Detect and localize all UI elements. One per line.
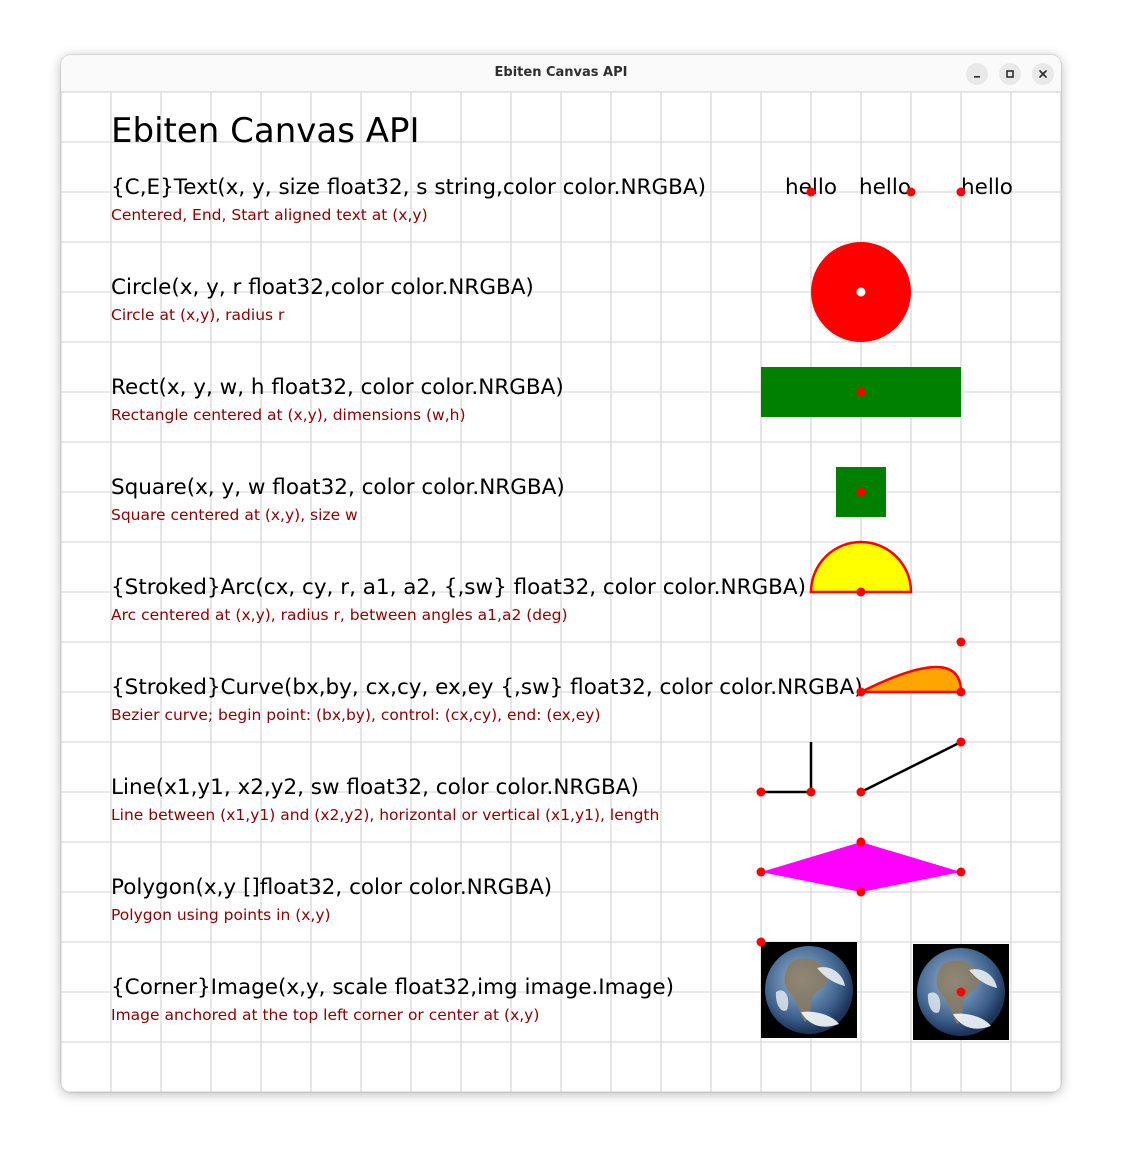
reference-point — [956, 637, 966, 647]
reference-point — [756, 867, 766, 877]
canvas-drawing: Ebiten Canvas API {C,E}Text(x, y, size f… — [61, 92, 1061, 1092]
line-api-signature: Line(x1,y1, x2,y2, sw float32, color col… — [111, 775, 639, 800]
circle-api-signature: Circle(x, y, r float32,color color.NRGBA… — [111, 275, 534, 300]
polygon-demo-shape — [761, 842, 961, 892]
close-button[interactable] — [1032, 63, 1054, 85]
rect-api-description: Rectangle centered at (x,y), dimensions … — [111, 406, 466, 424]
line-api-description: Line between (x1,y1) and (x2,y2), horizo… — [111, 806, 659, 824]
maximize-icon — [1006, 70, 1014, 78]
canvas-area: Ebiten Canvas API {C,E}Text(x, y, size f… — [61, 92, 1061, 1092]
earth-image-corner — [761, 942, 857, 1038]
app-window: Ebiten Canvas API Ebiten Canvas API {C,E… — [61, 55, 1061, 1092]
reference-point — [756, 787, 766, 797]
reference-point — [856, 487, 866, 497]
arc-api-signature: {Stroked}Arc(cx, cy, r, a1, a2, {,sw} fl… — [111, 575, 806, 600]
text-api-signature: {C,E}Text(x, y, size float32, s string,c… — [111, 175, 706, 200]
curve-api-signature: {Stroked}Curve(bx,by, cx,cy, ex,ey {,sw}… — [111, 675, 863, 700]
reference-point — [806, 787, 816, 797]
reference-point — [756, 937, 766, 947]
text-sample-end: hello — [859, 175, 911, 200]
reference-point — [956, 867, 966, 877]
curve-demo-shape — [859, 665, 963, 694]
arc-demo-shape — [809, 540, 913, 594]
canvas-heading: Ebiten Canvas API — [111, 111, 420, 151]
reference-point — [856, 837, 866, 847]
arc-api-description: Arc centered at (x,y), radius r, between… — [111, 606, 568, 624]
polygon-api-signature: Polygon(x,y []float32, color color.NRGBA… — [111, 875, 552, 900]
text-api-description: Centered, End, Start aligned text at (x,… — [111, 206, 428, 224]
maximize-button[interactable] — [999, 63, 1021, 85]
reference-point — [856, 387, 866, 397]
reference-point — [906, 187, 916, 197]
square-api-description: Square centered at (x,y), size w — [111, 506, 358, 524]
reference-point — [806, 187, 816, 197]
minimize-icon — [974, 76, 980, 78]
reference-point — [956, 987, 966, 997]
curve-api-description: Bezier curve; begin point: (bx,by), cont… — [111, 706, 601, 724]
square-api-signature: Square(x, y, w float32, color color.NRGB… — [111, 475, 565, 500]
title-bar[interactable]: Ebiten Canvas API — [61, 55, 1061, 92]
reference-point — [956, 737, 966, 747]
reference-point — [956, 687, 966, 697]
reference-point — [856, 887, 866, 897]
line-demo-corner — [761, 742, 813, 794]
reference-point — [956, 187, 966, 197]
reference-point — [856, 587, 866, 597]
reference-point — [856, 687, 866, 697]
rect-api-signature: Rect(x, y, w, h float32, color color.NRG… — [111, 375, 564, 400]
window-title: Ebiten Canvas API — [494, 65, 628, 80]
minimize-button[interactable] — [966, 63, 988, 85]
image-api-description: Image anchored at the top left corner or… — [111, 1006, 539, 1024]
circle-center-point — [856, 287, 866, 297]
reference-point — [856, 787, 866, 797]
polygon-api-description: Polygon using points in (x,y) — [111, 906, 331, 924]
text-sample-start: hello — [961, 175, 1013, 200]
image-api-signature: {Corner}Image(x,y, scale float32,img ima… — [111, 975, 674, 1000]
close-icon — [1039, 70, 1047, 78]
circle-api-description: Circle at (x,y), radius r — [111, 306, 285, 324]
